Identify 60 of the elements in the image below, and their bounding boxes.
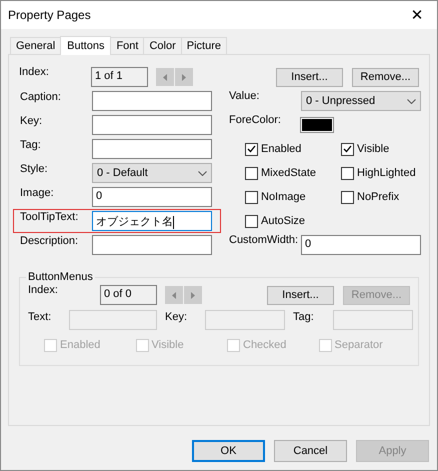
previous-button[interactable] [165,286,183,304]
color-swatch[interactable] [301,118,333,132]
group-title: ButtonMenus [27,271,94,283]
field-label: Image: [20,186,55,199]
dropdown[interactable]: 0 - Default [92,163,212,183]
field-label: CustomWidth: [229,233,300,246]
index-field: 0 of 0 [100,285,157,305]
button[interactable]: Insert... [267,286,334,304]
text-field[interactable]: 0 [301,235,421,255]
next-button[interactable] [184,286,202,304]
field-label: Index: [19,65,50,78]
checkbox[interactable]: Enabled [245,137,341,161]
field-label: Tag: [293,310,315,323]
checkmark-icon [247,145,256,153]
field-label: Description: [20,234,80,247]
field-label: ForeColor: [229,113,282,126]
field-label: ToolTipText: [20,210,80,223]
field-label: Value: [229,89,260,102]
right-arrow-icon [191,292,195,298]
next-button[interactable] [175,68,193,86]
right-arrow-icon [182,74,186,80]
button[interactable]: Remove... [352,68,419,86]
text-field[interactable] [92,139,212,159]
text-field[interactable]: 0 [92,187,212,207]
text-field[interactable] [69,310,157,330]
text-field[interactable] [92,235,212,255]
chevron-down-icon [407,98,416,104]
checkmark-icon [343,145,352,153]
text-field[interactable] [333,310,413,330]
left-arrow-icon [163,74,167,80]
tab[interactable]: Picture [180,37,228,54]
dropdown[interactable]: 0 - Unpressed [301,91,421,111]
button[interactable]: OK [192,440,265,462]
button[interactable]: Insert... [276,68,343,86]
checkbox[interactable]: NoImage [245,185,341,209]
field-label: Style: [20,162,49,175]
text-field[interactable] [205,310,285,330]
button[interactable]: Cancel [274,440,347,462]
tab[interactable]: Buttons [60,36,112,55]
field-label: Tag: [20,138,42,151]
text-field[interactable] [92,91,212,111]
text-field[interactable] [92,115,212,135]
window-title: Property Pages [8,8,91,22]
field-label: Key: [165,310,188,323]
text-field[interactable]: オブジェクト名 [92,211,212,231]
chevron-down-icon [198,170,207,176]
field-label: Index: [28,283,59,296]
field-label: Key: [20,114,44,127]
field-label: Caption: [20,90,62,103]
checkbox[interactable]: MixedState [245,161,341,185]
checkbox[interactable]: HighLighted [341,161,437,185]
checkbox[interactable]: Visible [341,137,437,161]
index-field: 1 of 1 [91,67,148,87]
left-arrow-icon [172,292,176,298]
field-label: Text: [28,310,52,323]
close-button[interactable]: ✕ [397,1,437,29]
previous-button[interactable] [156,68,174,86]
checkbox[interactable]: NoPrefix [341,185,437,209]
tab[interactable]: General [10,37,62,54]
checkbox[interactable]: AutoSize [245,209,341,233]
